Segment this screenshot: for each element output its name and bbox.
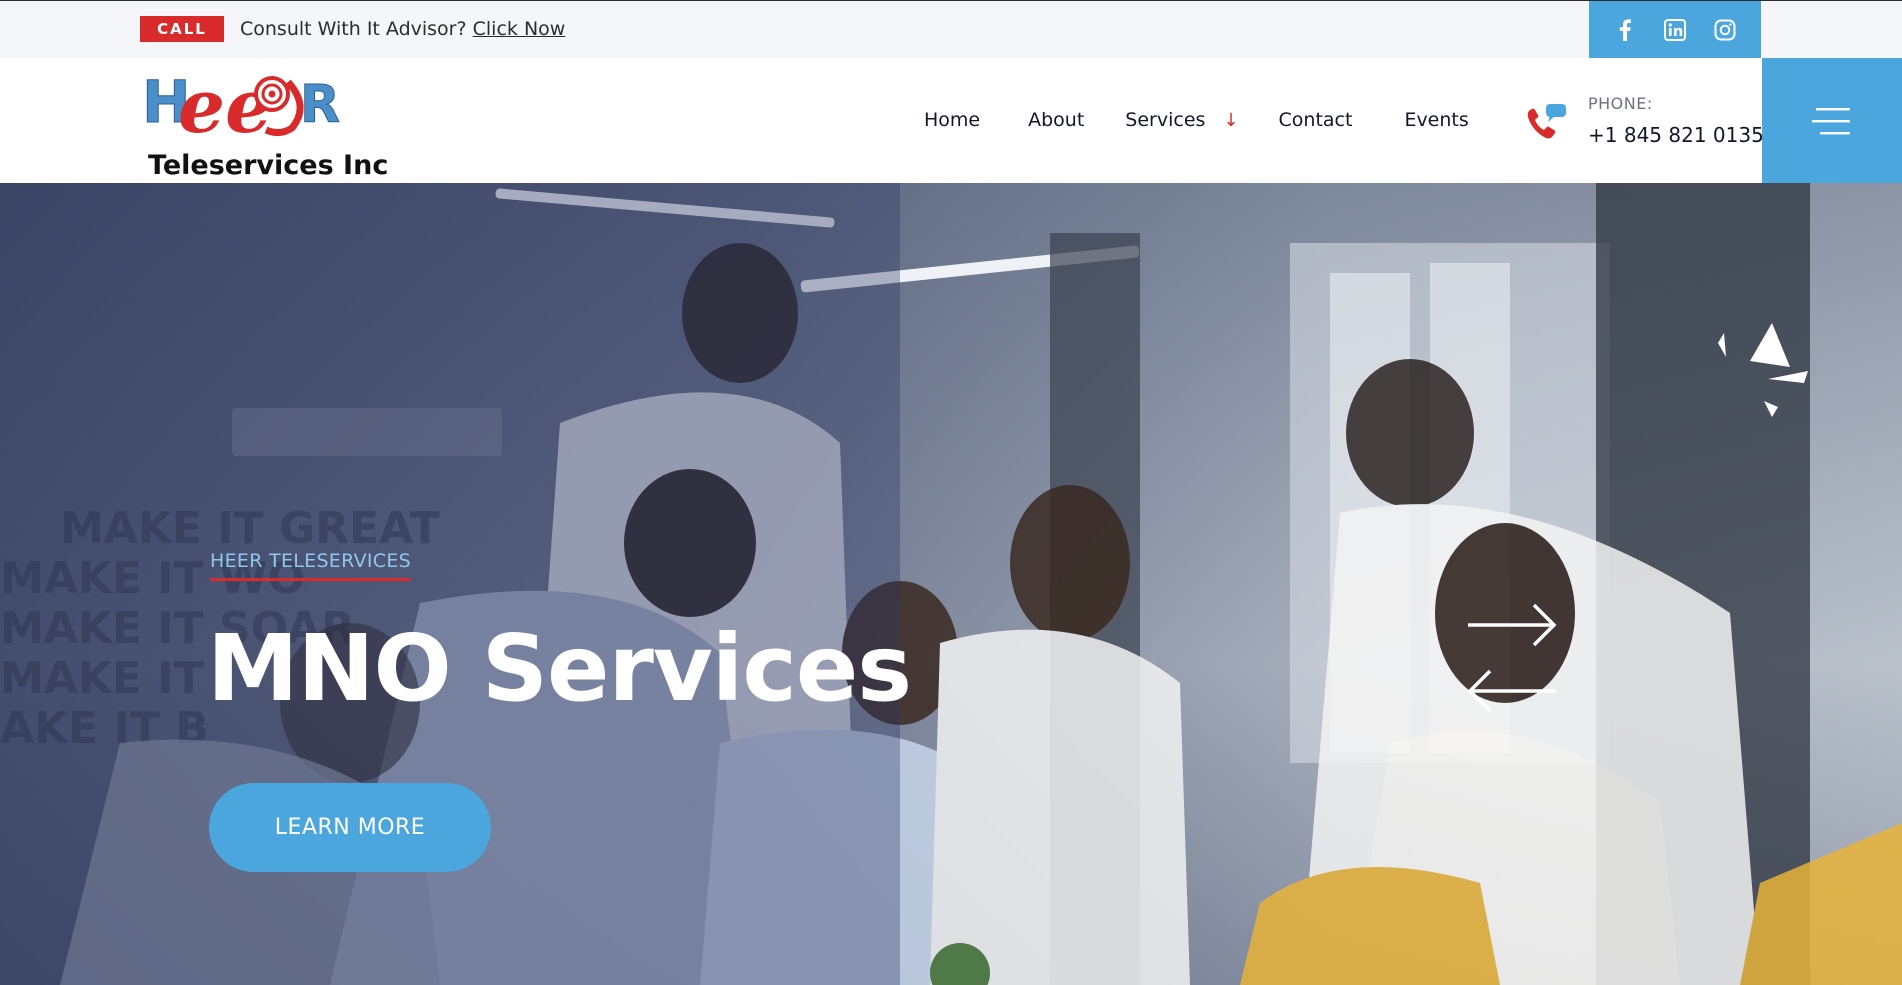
facebook-icon[interactable] xyxy=(1613,18,1637,42)
logo-text: Teleservices Inc xyxy=(148,150,389,181)
top-bar: CALL Consult With It Advisor? Click Now xyxy=(0,0,1902,59)
hamburger-icon xyxy=(1812,107,1850,134)
nav-home[interactable]: Home xyxy=(924,109,980,131)
arrow-down-icon: ↓ xyxy=(1223,109,1239,131)
hero-slider: MAKE IT GREAT MAKE IT WO MAKE IT SOAR MA… xyxy=(0,183,1902,985)
sparkle-decoration xyxy=(1718,323,1808,417)
consult-text: Consult With It Advisor? Click Now xyxy=(240,18,565,40)
consult-label: Consult With It Advisor? xyxy=(240,18,467,40)
main-nav: Home About Services ↓ Contact Events xyxy=(924,109,1469,131)
site-header: H ee R Teleservices Inc Home About Servi… xyxy=(0,58,1902,183)
phone-number[interactable]: +1 845 821 0135 xyxy=(1588,123,1764,147)
hero-title: MNO Services xyxy=(207,615,912,722)
svg-text:R: R xyxy=(300,75,340,135)
click-now-link[interactable]: Click Now xyxy=(473,18,566,40)
learn-more-button[interactable]: LEARN MORE xyxy=(209,783,491,872)
phone-chat-icon xyxy=(1527,104,1566,139)
menu-button[interactable] xyxy=(1762,58,1902,183)
phone-label: PHONE: xyxy=(1588,94,1653,113)
instagram-icon[interactable] xyxy=(1713,18,1737,42)
social-links xyxy=(1589,1,1761,59)
nav-services-label: Services xyxy=(1125,109,1206,131)
svg-text:ee: ee xyxy=(178,64,272,150)
call-badge: CALL xyxy=(140,16,224,42)
nav-about[interactable]: About xyxy=(1028,109,1084,131)
hero-eyebrow: HEER TELESERVICES xyxy=(210,550,412,581)
arrow-left-icon[interactable] xyxy=(1466,669,1558,713)
nav-events[interactable]: Events xyxy=(1404,109,1468,131)
nav-contact[interactable]: Contact xyxy=(1279,109,1353,131)
nav-services[interactable]: Services ↓ xyxy=(1125,109,1238,131)
linkedin-icon[interactable] xyxy=(1663,18,1687,42)
arrow-right-icon[interactable] xyxy=(1466,603,1558,647)
